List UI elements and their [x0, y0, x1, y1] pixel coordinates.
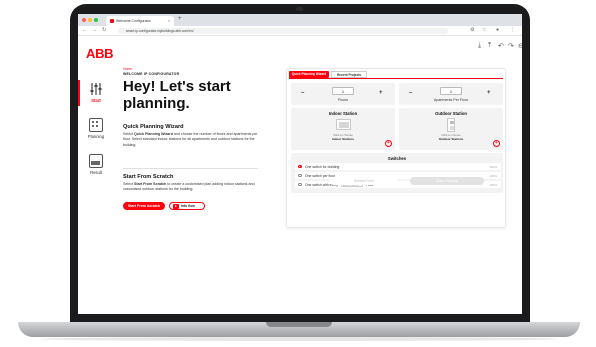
sidebar-item-start[interactable]: Start [82, 82, 110, 103]
add-indoor-station-icon[interactable]: + [385, 140, 392, 147]
back-icon[interactable]: ← [82, 27, 87, 33]
sidebar-item-planning[interactable]: Planning [82, 118, 110, 139]
result-icon [89, 154, 103, 168]
reload-icon[interactable]: ↻ [102, 27, 106, 33]
download-icon[interactable]: ⤓ [478, 42, 481, 50]
planning-panel: Quick Planning Wizard Recent Projects – … [286, 68, 506, 228]
switches-title: Switches [387, 156, 407, 161]
scratch-title: Start From Scratch [123, 174, 174, 180]
minimize-window-dot[interactable] [88, 18, 92, 22]
apartments-input[interactable]: 1 [440, 87, 462, 95]
zoom-out-icon[interactable]: ⊖ [518, 42, 522, 50]
switch-option-value: 100% [489, 182, 497, 187]
laptop-notch [266, 322, 332, 327]
indoor-station-name: Indoor Stations [332, 137, 354, 141]
new-tab-icon[interactable]: + [178, 16, 182, 22]
browser-tab-title: Welcome Configurator [116, 19, 151, 23]
tab-underline [289, 78, 503, 79]
scratch-description: Select Start From Scratch to create a cu… [123, 182, 255, 192]
outdoor-station-icon [447, 118, 455, 132]
switch-option-value: 100% [489, 164, 497, 169]
indoor-station-title: Indoor Station [328, 111, 358, 116]
switch-option-building[interactable]: One switch for building 100% [295, 163, 501, 170]
browser-tab[interactable]: Welcome Configurator × [106, 16, 174, 26]
address-bar[interactable]: smart-ip-configurator.mybuildings.abb.co… [118, 28, 448, 34]
abb-logo: ABB [86, 46, 114, 61]
nav-active-indicator [78, 80, 80, 106]
tab-quick-planning-wizard[interactable]: Quick Planning Wizard [289, 71, 329, 78]
address-row: ← → ↻ smart-ip-configurator.mybuildings.… [78, 26, 522, 36]
add-outdoor-station-icon[interactable]: + [493, 140, 500, 147]
favicon-icon [110, 19, 114, 23]
floors-stepper: – 1 + Floors [291, 83, 395, 105]
floors-increment-button[interactable]: + [379, 90, 383, 96]
start-from-scratch-button[interactable]: Start From Scratch [123, 202, 165, 210]
sidebar-item-label: Start [91, 98, 101, 103]
tab-close-icon[interactable]: × [168, 18, 170, 23]
sidebar-item-label: Planning [87, 134, 105, 139]
indoor-station-icon [336, 119, 351, 130]
close-window-dot[interactable] [82, 18, 86, 22]
indoor-station-card[interactable]: Indoor Station Click to choose Indoor St… [291, 108, 395, 150]
radio-button[interactable] [298, 164, 302, 169]
maximize-window-dot[interactable] [94, 18, 98, 22]
switch-option-label: One switch for building [305, 164, 340, 169]
forward-icon[interactable]: → [92, 27, 97, 33]
upload-icon[interactable]: ⤒ [488, 42, 491, 50]
profile-icon[interactable]: ● [496, 27, 499, 33]
switches-card: Switches One switch for building 100% On… [291, 153, 503, 193]
sidebar-item-result[interactable]: Result [82, 154, 110, 175]
browser-tab-bar: Welcome Configurator × + [78, 14, 522, 26]
apartments-decrement-button[interactable]: – [409, 90, 412, 96]
floors-decrement-button[interactable]: – [301, 90, 304, 96]
info-flow-button[interactable]: Info flow [169, 202, 205, 210]
home-breadcrumb[interactable]: Home [123, 67, 132, 71]
menu-icon[interactable]: ⋮ [510, 27, 515, 33]
youtube-icon [173, 204, 179, 209]
quick-wizard-title: Quick Planning Wizard [123, 124, 184, 130]
radio-button[interactable] [298, 173, 302, 178]
laptop-shadow [40, 337, 558, 341]
apartments-stepper: – 1 + Apartments Per Floor [399, 83, 503, 105]
floors-label: Floors [338, 98, 348, 102]
apartments-increment-button[interactable]: + [487, 90, 491, 96]
bookmark-icon[interactable]: ☆ [482, 27, 486, 33]
outdoor-station-title: Outdoor Station [435, 111, 467, 116]
floors-input[interactable]: 1 [332, 87, 354, 95]
section-divider [123, 168, 258, 169]
sidebar-item-label: Result [90, 170, 102, 175]
outdoor-station-card[interactable]: Outdoor Station Click to choose Outdoor … [399, 108, 503, 150]
undo-icon[interactable]: ↶ [498, 42, 504, 50]
planning-icon [89, 118, 103, 132]
switch-option-value: 100% [489, 173, 497, 178]
apartments-label: Apartments Per Floor [433, 98, 469, 102]
radio-button[interactable] [298, 182, 302, 187]
extensions-icon[interactable]: ⚙ [470, 27, 474, 33]
quick-wizard-description: Select Quick Planning Wizard and choose … [123, 132, 258, 147]
screen: Welcome Configurator × + ← → ↻ smart-ip-… [78, 14, 522, 314]
sliders-icon [89, 82, 103, 96]
page-title: Hey! Let's start planning. [123, 78, 231, 112]
tab-recent-projects[interactable]: Recent Projects [331, 71, 367, 78]
refresh-form-button[interactable]: Refresh Form [330, 177, 398, 185]
welcome-label: WELCOME IP CONFIGURATOR [123, 72, 180, 76]
redo-icon[interactable]: ↷ [508, 42, 514, 50]
finish-planning-button[interactable]: Finish Planning [410, 177, 484, 185]
outdoor-station-name: Outdoor Stations [438, 137, 464, 141]
